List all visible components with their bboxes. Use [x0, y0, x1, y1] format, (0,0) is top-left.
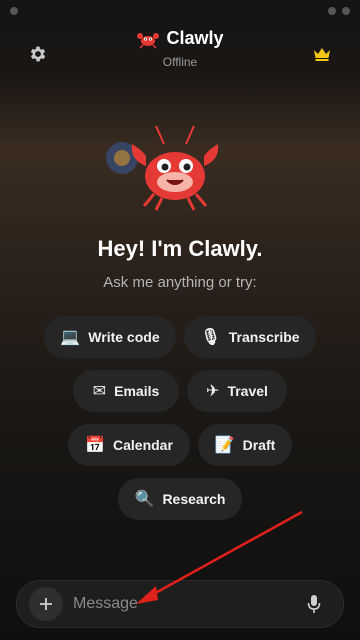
attach-button[interactable] [29, 587, 63, 621]
title-group: Clawly Offline [0, 28, 360, 69]
voice-input-button[interactable] [299, 589, 329, 619]
crab-icon [137, 32, 160, 49]
microphone-icon: 🎙 [200, 329, 221, 346]
suggestion-label: Write code [88, 329, 160, 345]
wifi-icon [328, 7, 336, 15]
connection-status: Offline [162, 55, 198, 69]
suggestion-label: Emails [114, 383, 160, 399]
magnifier-icon: 🔍 [134, 491, 155, 508]
microphone-icon [307, 595, 321, 613]
suggestion-draft[interactable]: 📝 Draft [198, 424, 292, 466]
message-input[interactable] [73, 587, 299, 621]
suggestion-label: Research [162, 491, 226, 507]
app-header: Clawly Offline [0, 22, 360, 80]
suggestion-transcribe[interactable]: 🎙 Transcribe [184, 316, 316, 358]
suggestion-label: Calendar [113, 437, 173, 453]
crab-mascot-image [106, 125, 219, 211]
status-right [328, 7, 350, 15]
message-composer [16, 580, 344, 628]
suggestion-label: Draft [242, 437, 276, 453]
greeting-subtitle: Ask me anything or try: [103, 274, 257, 291]
system-status-bar [0, 0, 360, 22]
status-dot-icon [10, 7, 18, 15]
airplane-icon: ✈ [206, 383, 220, 400]
plus-icon [40, 598, 52, 610]
suggestion-calendar[interactable]: 📅 Calendar [68, 424, 190, 466]
app-title: Clawly [166, 28, 224, 48]
suggestion-write-code[interactable]: 💻 Write code [44, 316, 176, 358]
suggestion-emails[interactable]: ✉ Emails [73, 370, 179, 412]
greeting-heading: Hey! I'm Clawly. [97, 236, 263, 261]
suggestion-travel[interactable]: ✈ Travel [187, 370, 287, 412]
memo-icon: 📝 [214, 437, 235, 454]
suggestion-label: Travel [227, 383, 268, 399]
suggestion-research[interactable]: 🔍 Research [118, 478, 242, 520]
battery-icon [342, 7, 350, 15]
envelope-icon: ✉ [92, 383, 107, 400]
laptop-icon: 💻 [60, 329, 81, 346]
status-left [10, 7, 18, 15]
crown-icon [314, 48, 330, 61]
title-row: Clawly [136, 28, 224, 49]
upgrade-button[interactable] [310, 42, 334, 66]
calendar-icon: 📅 [85, 437, 105, 454]
suggestion-label: Transcribe [228, 329, 300, 345]
